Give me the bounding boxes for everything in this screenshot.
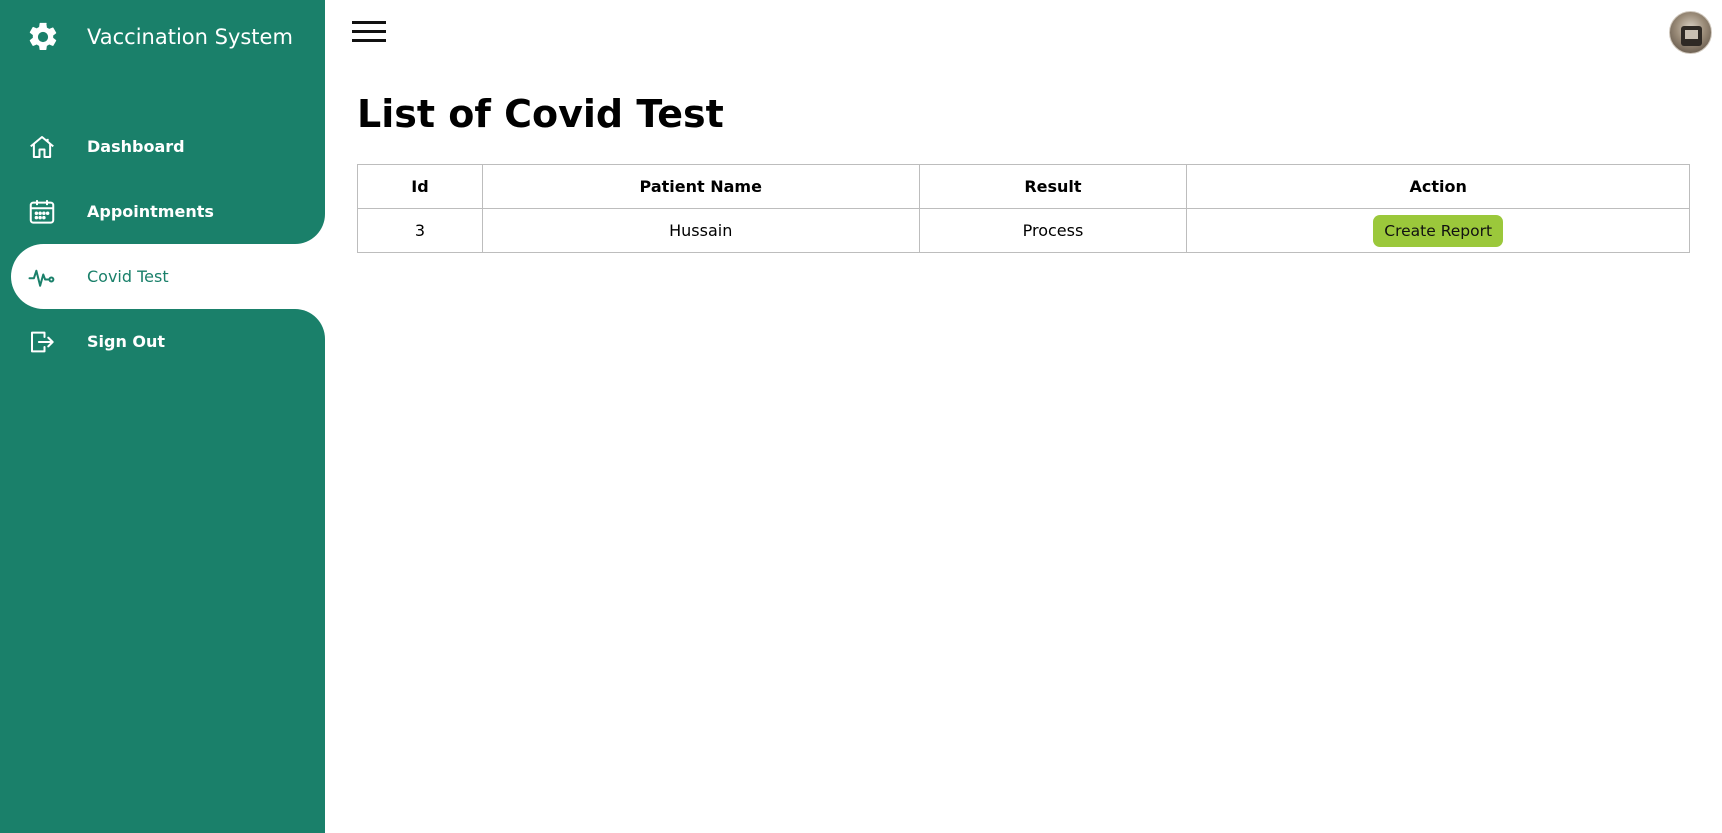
column-header-result: Result <box>918 164 1188 209</box>
brand: Vaccination System <box>24 18 293 56</box>
calendar-icon <box>27 197 57 227</box>
cell-result: Process <box>918 208 1188 253</box>
cell-action: Create Report <box>1186 208 1690 253</box>
column-header-id: Id <box>357 164 483 209</box>
sidebar-nav: Dashboard Appointments Covid Test Sign O… <box>0 114 325 374</box>
column-header-action: Action <box>1186 164 1690 209</box>
cell-patient-name: Hussain <box>481 208 920 253</box>
sidebar-item-label: Dashboard <box>87 137 185 156</box>
sidebar-item-appointments[interactable]: Appointments <box>0 179 325 244</box>
covid-test-table: Id Patient Name Result Action 3 Hussain … <box>357 164 1690 253</box>
gear-icon <box>24 18 62 56</box>
sidebar-item-covid-test[interactable]: Covid Test <box>11 244 325 309</box>
sidebar-item-sign-out[interactable]: Sign Out <box>0 309 325 374</box>
sidebar-item-label: Appointments <box>87 202 214 221</box>
home-icon <box>27 132 57 162</box>
pulse-icon <box>27 262 57 292</box>
avatar[interactable] <box>1669 11 1712 54</box>
create-report-button[interactable]: Create Report <box>1373 214 1504 247</box>
table-header-row: Id Patient Name Result Action <box>357 164 1690 209</box>
topbar <box>325 0 1722 66</box>
column-header-patient-name: Patient Name <box>481 164 920 209</box>
page-title: List of Covid Test <box>357 92 724 136</box>
brand-title: Vaccination System <box>87 25 293 49</box>
menu-toggle-icon[interactable] <box>352 20 386 44</box>
sidebar-item-dashboard[interactable]: Dashboard <box>0 114 325 179</box>
table-row: 3 Hussain Process Create Report <box>357 208 1690 253</box>
sidebar: Vaccination System Dashboard Appointment… <box>0 0 325 833</box>
cell-id: 3 <box>357 208 483 253</box>
sidebar-item-label: Sign Out <box>87 332 166 351</box>
main-content: List of Covid Test Id Patient Name Resul… <box>357 92 1690 253</box>
sidebar-item-label: Covid Test <box>87 267 169 286</box>
sign-out-icon <box>27 327 57 357</box>
